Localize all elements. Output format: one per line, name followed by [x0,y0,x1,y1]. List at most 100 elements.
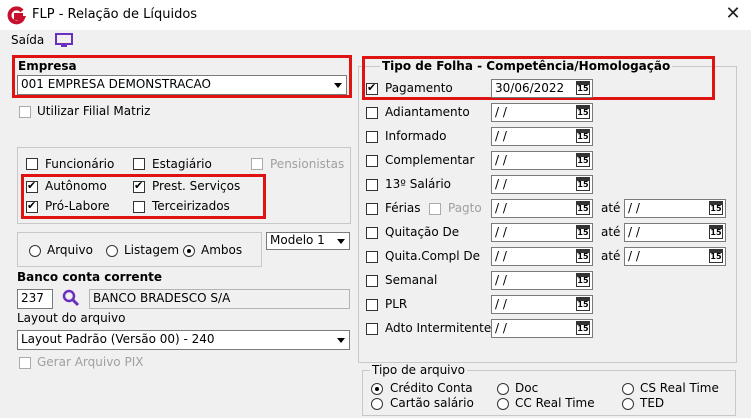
calendar-icon[interactable]: 15 [576,153,590,167]
quitacao-de-date-end-input[interactable]: / / 15 [624,223,726,242]
arquivo-radio[interactable] [29,245,41,257]
ferias-date-input[interactable]: / / 15 [491,199,593,218]
pagto-checkbox[interactable] [429,203,441,215]
quita-compl-de-checkbox[interactable] [366,251,378,263]
calendar-icon[interactable]: 15 [576,249,590,263]
modelo-value: Modelo 1 [270,233,325,247]
calendar-icon[interactable]: 15 [709,201,723,215]
semanal-date-input-value: / / [495,273,507,287]
quita-compl-de-date-input-value: / / [495,249,507,263]
terceirizados-checkbox[interactable] [133,201,145,213]
arquivo-label: Arquivo [47,243,93,257]
semanal-date-input[interactable]: / / 15 [491,271,593,290]
calendar-icon[interactable]: 15 [576,297,590,311]
adiantamento-date-input[interactable]: / / 15 [491,103,593,122]
semanal-label: Semanal [385,273,438,287]
cc-real-time-label: CC Real Time [515,396,595,410]
ferias-date-end-input[interactable]: / / 15 [624,199,726,218]
pagto-label: Pagto [448,201,482,215]
plr-checkbox[interactable] [366,299,378,311]
cs-real-time-label: CS Real Time [640,381,719,395]
quita-compl-de-date-end-input[interactable]: / / 15 [624,247,726,266]
autonomo-label: Autônomo [45,179,107,193]
cartao-salario-radio[interactable] [371,398,383,410]
empresa-value: 001 EMPRESA DEMONSTRACAO [21,77,211,91]
13-salario-date-input[interactable]: / / 15 [491,175,593,194]
complementar-date-input-value: / / [495,153,507,167]
listagem-label: Listagem [124,243,180,257]
calendar-icon[interactable]: 15 [576,321,590,335]
informado-checkbox[interactable] [366,131,378,143]
empresa-select[interactable]: 001 EMPRESA DEMONSTRACAO [17,75,347,95]
semanal-checkbox[interactable] [366,275,378,287]
banco-codigo-input[interactable]: 237 [17,289,53,309]
quita-compl-de-ate-label: até [601,249,621,263]
pagamento-label: Pagamento [385,81,453,95]
autonomo-checkbox[interactable] [26,179,38,193]
ferias-date-end-input-value: / / [628,201,640,215]
quitacao-de-checkbox[interactable] [366,227,378,239]
estagiario-label: Estagiário [152,157,212,171]
doc-radio[interactable] [497,383,509,395]
quitacao-de-ate-label: até [601,225,621,239]
ambos-radio[interactable] [183,245,195,257]
complementar-date-input[interactable]: / / 15 [491,151,593,170]
calendar-icon[interactable]: 15 [709,249,723,263]
ferias-checkbox[interactable] [366,203,378,215]
terceirizados-label: Terceirizados [152,199,230,213]
informado-date-input[interactable]: / / 15 [491,127,593,146]
quita-compl-de-date-input[interactable]: / / 15 [491,247,593,266]
complementar-checkbox[interactable] [366,155,378,167]
ted-radio[interactable] [622,398,634,410]
pagamento-checkbox[interactable] [366,81,378,95]
close-icon[interactable]: ✕ [722,3,744,24]
informado-date-input-value: / / [495,129,507,143]
calendar-icon[interactable]: 15 [576,201,590,215]
calendar-icon[interactable]: 15 [576,225,590,239]
layout-select[interactable]: Layout Padrão (Versão 00) - 240 [17,330,350,350]
prest-servicos-checkbox[interactable] [133,179,145,193]
plr-date-input[interactable]: / / 15 [491,295,593,314]
adiantamento-label: Adiantamento [385,105,470,119]
adto-intermitente-checkbox[interactable] [366,323,378,335]
cc-real-time-radio[interactable] [497,398,509,410]
pensionistas-checkbox[interactable] [251,158,263,170]
chevron-down-icon[interactable] [333,233,348,247]
calendar-icon[interactable]: 15 [576,81,590,95]
quitacao-de-date-input-value: / / [495,225,507,239]
banco-nome-field: BANCO BRADESCO S/A [89,289,350,309]
monitor-icon[interactable] [54,32,74,49]
pro-labore-checkbox[interactable] [26,199,38,213]
adiantamento-checkbox[interactable] [366,107,378,119]
calendar-icon[interactable]: 15 [709,225,723,239]
calendar-icon[interactable]: 15 [576,129,590,143]
modelo-select[interactable]: Modelo 1 [266,232,350,250]
informado-label: Informado [385,129,447,143]
chevron-down-icon[interactable] [333,332,348,347]
banco-codigo-value: 237 [21,291,44,305]
menu-saida[interactable]: Saída [11,33,44,47]
window-title: FLP - Relação de Líquidos [32,7,198,22]
pagamento-date-input-value: 30/06/2022 [495,81,565,95]
adto-intermitente-label: Adto Intermitente [385,321,492,335]
calendar-icon[interactable]: 15 [576,105,590,119]
pagamento-date-input[interactable]: 30/06/2022 15 [491,79,593,98]
adto-intermitente-date-input[interactable]: / / 15 [491,319,593,338]
listagem-radio[interactable] [106,245,118,257]
credito-conta-radio[interactable] [371,383,383,395]
funcionario-checkbox[interactable] [26,158,38,170]
chevron-down-icon[interactable] [330,77,345,92]
estagiario-checkbox[interactable] [133,158,145,170]
cs-real-time-radio[interactable] [622,383,634,395]
13-salario-checkbox[interactable] [366,179,378,191]
layout-value: Layout Padrão (Versão 00) - 240 [21,332,215,346]
calendar-icon[interactable]: 15 [576,273,590,287]
gerar-pix-checkbox[interactable] [19,357,31,369]
tipo-arquivo-label: Tipo de arquivo [370,363,467,377]
calendar-icon[interactable]: 15 [576,177,590,191]
plr-date-input-value: / / [495,297,507,311]
utilizar-filial-checkbox[interactable] [19,106,31,118]
search-icon[interactable] [62,289,80,307]
pro-labore-label: Pró-Labore [45,199,110,213]
quitacao-de-date-input[interactable]: / / 15 [491,223,593,242]
